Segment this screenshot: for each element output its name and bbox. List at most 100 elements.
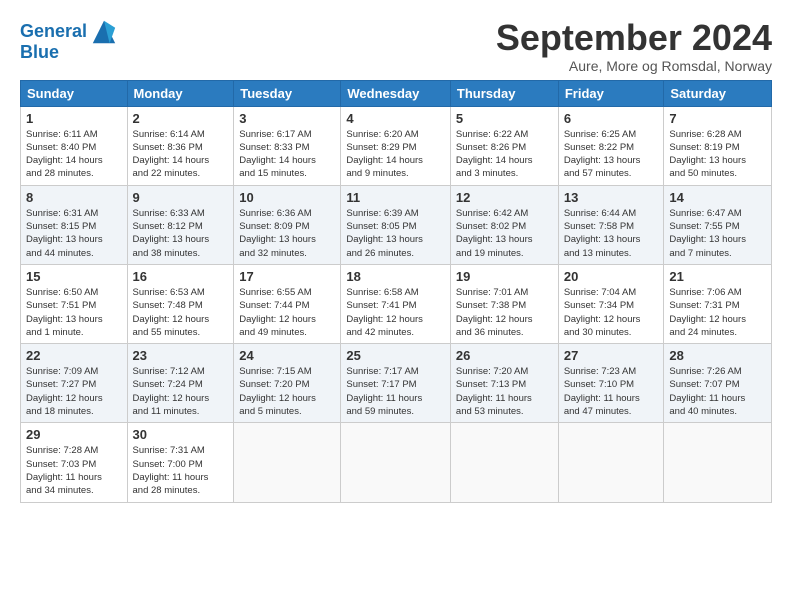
- logo-text: General: [20, 22, 87, 42]
- day-cell: 6 Sunrise: 6:25 AM Sunset: 8:22 PM Daylig…: [558, 106, 664, 185]
- day-cell: 1 Sunrise: 6:11 AM Sunset: 8:40 PM Daylig…: [21, 106, 128, 185]
- day-info: Sunrise: 6:33 AM Sunset: 8:12 PM Dayligh…: [133, 207, 229, 260]
- day-cell: [234, 423, 341, 502]
- day-cell: 25 Sunrise: 7:17 AM Sunset: 7:17 PM Dayli…: [341, 344, 451, 423]
- day-number: 17: [239, 269, 335, 284]
- day-number: 6: [564, 111, 659, 126]
- day-number: 9: [133, 190, 229, 205]
- day-number: 23: [133, 348, 229, 363]
- day-number: 7: [669, 111, 766, 126]
- week-row: 29Sunrise: 7:28 AM Sunset: 7:03 PM Dayli…: [21, 423, 772, 502]
- day-cell: 22Sunrise: 7:09 AM Sunset: 7:27 PM Dayli…: [21, 344, 128, 423]
- header-cell-friday: Friday: [558, 80, 664, 106]
- day-cell: 8Sunrise: 6:31 AM Sunset: 8:15 PM Daylig…: [21, 185, 128, 264]
- logo-line2: Blue: [20, 42, 59, 63]
- day-info: Sunrise: 6:17 AM Sunset: 8:33 PM Dayligh…: [239, 128, 335, 181]
- day-info: Sunrise: 6:31 AM Sunset: 8:15 PM Dayligh…: [26, 207, 122, 260]
- day-cell: 11 Sunrise: 6:39 AM Sunset: 8:05 PM Dayli…: [341, 185, 451, 264]
- day-info: Sunrise: 7:20 AM Sunset: 7:13 PM Dayligh…: [456, 365, 553, 418]
- day-info: Sunrise: 6:20 AM Sunset: 8:29 PM Dayligh…: [346, 128, 445, 181]
- day-number: 15: [26, 269, 122, 284]
- day-cell: [450, 423, 558, 502]
- day-number: 30: [133, 427, 229, 442]
- day-number: 13: [564, 190, 659, 205]
- day-info: Sunrise: 6:58 AM Sunset: 7:41 PM Dayligh…: [346, 286, 445, 339]
- day-info: Sunrise: 6:47 AM Sunset: 7:55 PM Dayligh…: [669, 207, 766, 260]
- day-cell: 27 Sunrise: 7:23 AM Sunset: 7:10 PM Dayli…: [558, 344, 664, 423]
- day-info: Sunrise: 6:11 AM Sunset: 8:40 PM Dayligh…: [26, 128, 122, 181]
- day-number: 14: [669, 190, 766, 205]
- logo: General Blue: [20, 18, 118, 63]
- day-info: Sunrise: 6:39 AM Sunset: 8:05 PM Dayligh…: [346, 207, 445, 260]
- day-number: 25: [346, 348, 445, 363]
- day-info: Sunrise: 6:55 AM Sunset: 7:44 PM Dayligh…: [239, 286, 335, 339]
- day-number: 16: [133, 269, 229, 284]
- day-cell: 26 Sunrise: 7:20 AM Sunset: 7:13 PM Dayli…: [450, 344, 558, 423]
- day-cell: [558, 423, 664, 502]
- day-info: Sunrise: 6:28 AM Sunset: 8:19 PM Dayligh…: [669, 128, 766, 181]
- day-info: Sunrise: 7:15 AM Sunset: 7:20 PM Dayligh…: [239, 365, 335, 418]
- day-number: 3: [239, 111, 335, 126]
- day-cell: 3 Sunrise: 6:17 AM Sunset: 8:33 PM Daylig…: [234, 106, 341, 185]
- day-cell: 19Sunrise: 7:01 AM Sunset: 7:38 PM Dayli…: [450, 264, 558, 343]
- header-cell-sunday: Sunday: [21, 80, 128, 106]
- day-info: Sunrise: 7:09 AM Sunset: 7:27 PM Dayligh…: [26, 365, 122, 418]
- day-number: 28: [669, 348, 766, 363]
- title-area: September 2024 Aure, More og Romsdal, No…: [496, 18, 772, 74]
- day-number: 1: [26, 111, 122, 126]
- day-info: Sunrise: 6:14 AM Sunset: 8:36 PM Dayligh…: [133, 128, 229, 181]
- day-number: 12: [456, 190, 553, 205]
- header-cell-saturday: Saturday: [664, 80, 772, 106]
- day-info: Sunrise: 7:04 AM Sunset: 7:34 PM Dayligh…: [564, 286, 659, 339]
- header-cell-wednesday: Wednesday: [341, 80, 451, 106]
- day-cell: 23 Sunrise: 7:12 AM Sunset: 7:24 PM Dayli…: [127, 344, 234, 423]
- day-info: Sunrise: 6:44 AM Sunset: 7:58 PM Dayligh…: [564, 207, 659, 260]
- day-cell: 18 Sunrise: 6:58 AM Sunset: 7:41 PM Dayli…: [341, 264, 451, 343]
- day-info: Sunrise: 6:50 AM Sunset: 7:51 PM Dayligh…: [26, 286, 122, 339]
- day-info: Sunrise: 7:12 AM Sunset: 7:24 PM Dayligh…: [133, 365, 229, 418]
- day-cell: 24 Sunrise: 7:15 AM Sunset: 7:20 PM Dayli…: [234, 344, 341, 423]
- day-cell: [341, 423, 451, 502]
- header-cell-tuesday: Tuesday: [234, 80, 341, 106]
- day-number: 21: [669, 269, 766, 284]
- week-row: 22Sunrise: 7:09 AM Sunset: 7:27 PM Dayli…: [21, 344, 772, 423]
- day-info: Sunrise: 7:01 AM Sunset: 7:38 PM Dayligh…: [456, 286, 553, 339]
- day-info: Sunrise: 6:25 AM Sunset: 8:22 PM Dayligh…: [564, 128, 659, 181]
- day-cell: 12 Sunrise: 6:42 AM Sunset: 8:02 PM Dayli…: [450, 185, 558, 264]
- day-cell: 5 Sunrise: 6:22 AM Sunset: 8:26 PM Daylig…: [450, 106, 558, 185]
- day-number: 20: [564, 269, 659, 284]
- day-cell: 21 Sunrise: 7:06 AM Sunset: 7:31 PM Dayli…: [664, 264, 772, 343]
- day-number: 24: [239, 348, 335, 363]
- page: General Blue September 2024 Aure, More o…: [0, 0, 792, 612]
- day-cell: 16Sunrise: 6:53 AM Sunset: 7:48 PM Dayli…: [127, 264, 234, 343]
- week-row: 15 Sunrise: 6:50 AM Sunset: 7:51 PM Dayli…: [21, 264, 772, 343]
- day-number: 4: [346, 111, 445, 126]
- day-info: Sunrise: 7:31 AM Sunset: 7:00 PM Dayligh…: [133, 444, 229, 497]
- logo-icon: [90, 18, 118, 46]
- week-row: 1 Sunrise: 6:11 AM Sunset: 8:40 PM Daylig…: [21, 106, 772, 185]
- day-number: 27: [564, 348, 659, 363]
- day-info: Sunrise: 7:06 AM Sunset: 7:31 PM Dayligh…: [669, 286, 766, 339]
- day-cell: 14 Sunrise: 6:47 AM Sunset: 7:55 PM Dayli…: [664, 185, 772, 264]
- day-info: Sunrise: 6:36 AM Sunset: 8:09 PM Dayligh…: [239, 207, 335, 260]
- day-number: 26: [456, 348, 553, 363]
- day-cell: [664, 423, 772, 502]
- subtitle: Aure, More og Romsdal, Norway: [496, 58, 772, 74]
- day-cell: 4 Sunrise: 6:20 AM Sunset: 8:29 PM Daylig…: [341, 106, 451, 185]
- day-info: Sunrise: 6:42 AM Sunset: 8:02 PM Dayligh…: [456, 207, 553, 260]
- day-info: Sunrise: 7:28 AM Sunset: 7:03 PM Dayligh…: [26, 444, 122, 497]
- day-number: 11: [346, 190, 445, 205]
- day-info: Sunrise: 7:17 AM Sunset: 7:17 PM Dayligh…: [346, 365, 445, 418]
- header-cell-monday: Monday: [127, 80, 234, 106]
- day-info: Sunrise: 7:23 AM Sunset: 7:10 PM Dayligh…: [564, 365, 659, 418]
- day-info: Sunrise: 7:26 AM Sunset: 7:07 PM Dayligh…: [669, 365, 766, 418]
- day-info: Sunrise: 6:22 AM Sunset: 8:26 PM Dayligh…: [456, 128, 553, 181]
- header-row: SundayMondayTuesdayWednesdayThursdayFrid…: [21, 80, 772, 106]
- day-number: 2: [133, 111, 229, 126]
- day-cell: 13 Sunrise: 6:44 AM Sunset: 7:58 PM Dayli…: [558, 185, 664, 264]
- day-number: 5: [456, 111, 553, 126]
- day-cell: 2 Sunrise: 6:14 AM Sunset: 8:36 PM Daylig…: [127, 106, 234, 185]
- header: General Blue September 2024 Aure, More o…: [20, 18, 772, 74]
- day-number: 18: [346, 269, 445, 284]
- header-cell-thursday: Thursday: [450, 80, 558, 106]
